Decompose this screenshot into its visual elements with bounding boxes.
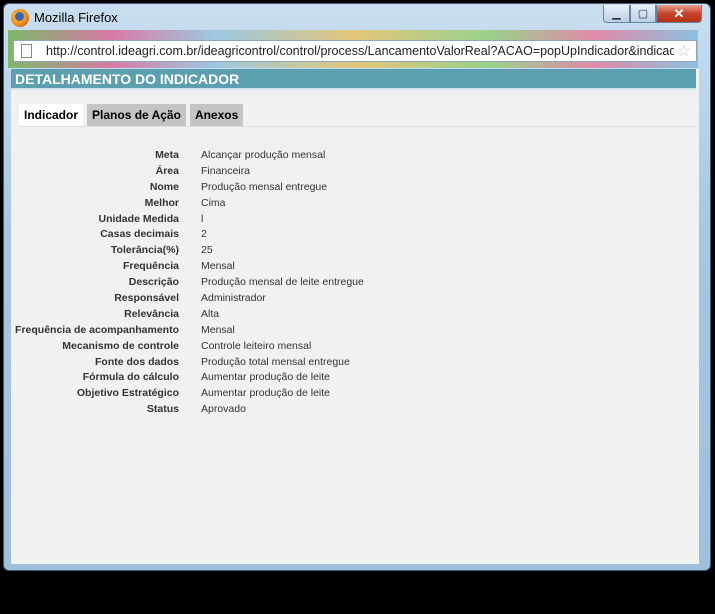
minimize-icon: ▁ <box>612 8 621 20</box>
firefox-icon <box>11 9 29 27</box>
tab-planos-de-acao[interactable]: Planos de Ação <box>87 104 186 126</box>
detail-value: Aumentar produção de leite <box>201 387 330 400</box>
detail-value: Aprovado <box>201 403 246 416</box>
detail-label: Nome <box>149 180 179 193</box>
detail-value: l <box>201 212 204 225</box>
detail-label: Unidade Medida <box>98 212 179 225</box>
detail-label: Meta <box>155 149 179 161</box>
page-title: DETALHAMENTO DO INDICADOR <box>11 69 696 90</box>
detail-label: Frequência de acompanhamento <box>15 323 179 336</box>
detail-value: Mensal <box>201 260 235 273</box>
detail-label: Tolerância(%) <box>110 244 179 257</box>
detail-value: Alta <box>201 307 220 320</box>
address-bar[interactable]: http://control.ideagri.com.br/ideagricon… <box>13 40 697 62</box>
detail-label: Fórmula do cálculo <box>82 371 179 384</box>
window-title: Mozilla Firefox <box>34 10 118 25</box>
page-content: DETALHAMENTO DO INDICADOR Indicador Plan… <box>11 69 699 564</box>
detail-value: Mensal <box>201 323 235 336</box>
maximize-icon: ▢ <box>637 8 649 20</box>
detail-value: Produção total mensal entregue <box>201 355 350 368</box>
page-icon <box>21 44 32 58</box>
detail-value: Produção mensal de leite entregue <box>201 276 364 289</box>
tab-indicador[interactable]: Indicador <box>19 104 84 126</box>
detail-label: Mecanismo de controle <box>62 339 179 352</box>
detail-label: Relevância <box>124 307 179 320</box>
detail-value: 25 <box>201 244 213 257</box>
detail-label: Fonte dos dados <box>95 355 179 368</box>
detail-label: Casas decimais <box>100 228 179 241</box>
tab-divider <box>19 126 696 127</box>
detail-label: Status <box>146 403 179 416</box>
detail-value: Cima <box>201 196 226 209</box>
detail-label: Área <box>155 164 179 177</box>
tab-bar: Indicador Planos de Ação Anexos <box>19 104 247 126</box>
url-text[interactable]: http://control.ideagri.com.br/ideagricon… <box>46 44 674 58</box>
detail-label: Objetivo Estratégico <box>76 387 179 400</box>
detail-label: Melhor <box>144 196 179 209</box>
tab-anexos[interactable]: Anexos <box>189 104 244 126</box>
detail-value: Financeira <box>201 164 251 177</box>
detail-label: Frequência <box>122 260 179 273</box>
close-icon: ✕ <box>673 5 685 21</box>
detail-value: Administrador <box>201 292 266 305</box>
detail-value: Controle leiteiro mensal <box>201 339 312 352</box>
detail-value: Produção mensal entregue <box>201 180 328 193</box>
minimize-button[interactable]: ▁ <box>603 5 630 23</box>
detail-value: Alcançar produção mensal <box>201 149 326 161</box>
maximize-button[interactable]: ▢ <box>630 5 656 23</box>
close-button[interactable]: ✕ <box>656 5 702 23</box>
detail-label: Descrição <box>128 276 179 289</box>
bookmark-star-icon[interactable]: ☆ <box>677 41 691 61</box>
detail-value: 2 <box>201 228 207 241</box>
detail-label: Responsável <box>114 292 179 305</box>
detail-value: Aumentar produção de leite <box>201 371 330 384</box>
